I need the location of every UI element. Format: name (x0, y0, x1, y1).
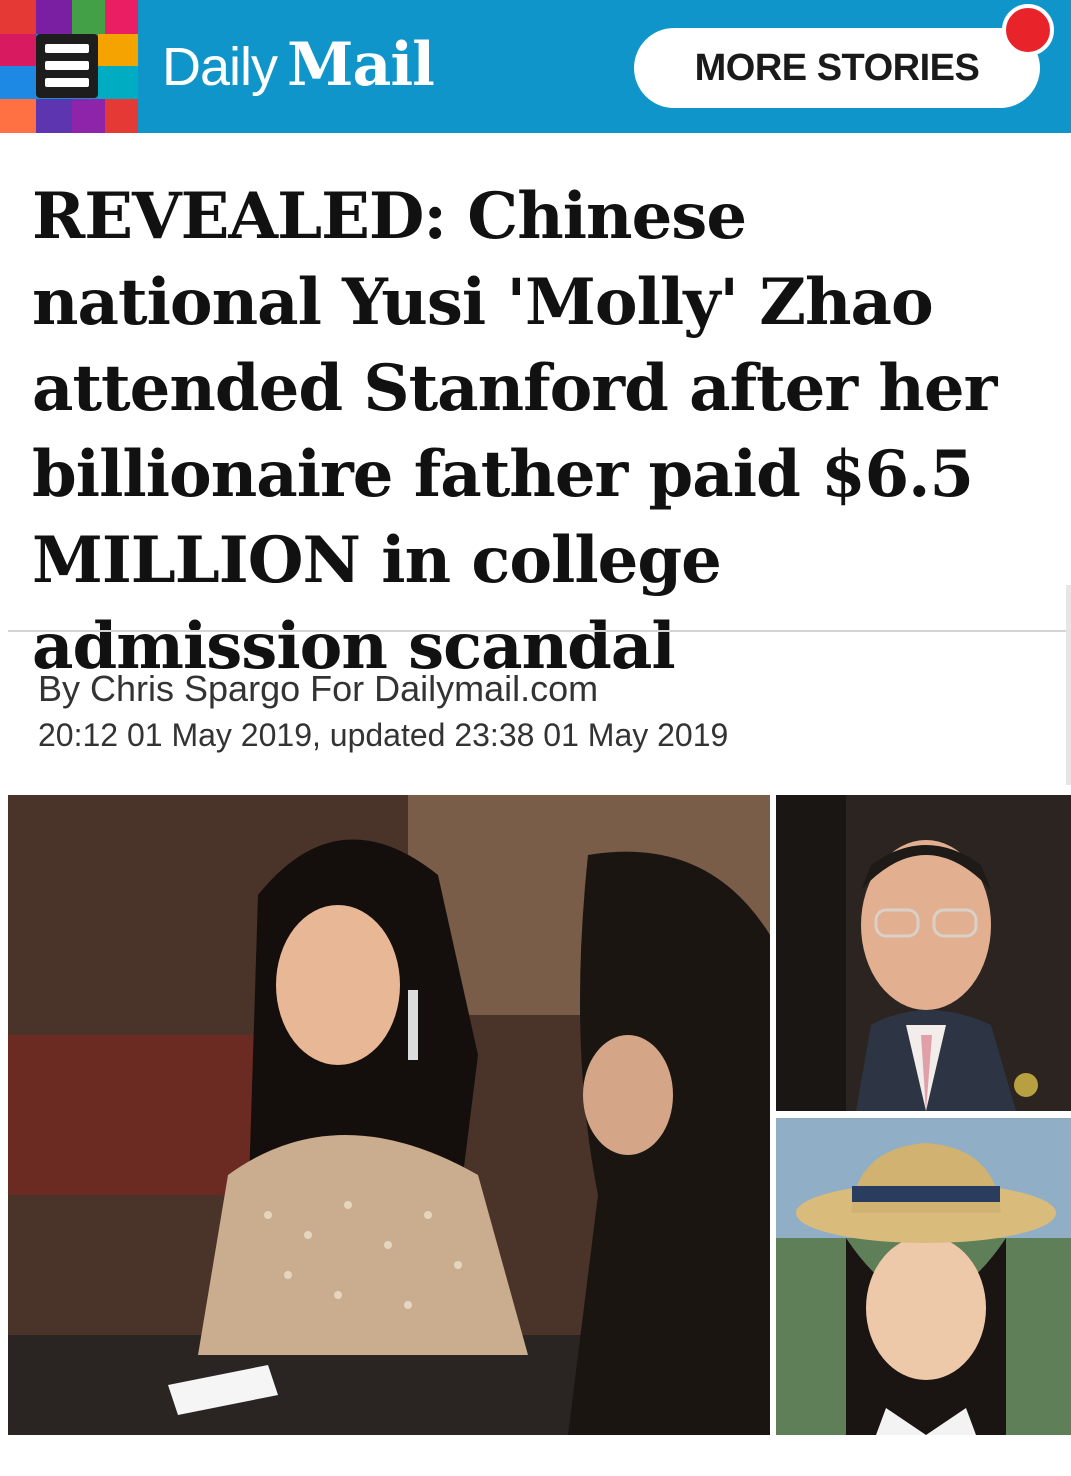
hamburger-menu-icon[interactable] (36, 34, 98, 98)
logo-daily-text: Daily (162, 37, 278, 97)
article-dateline: 20:12 01 May 2019, updated 23:38 01 May … (38, 717, 729, 753)
photo-girl-illustration (776, 1118, 1071, 1435)
site-header: Daily Mail MORE STORIES (0, 0, 1071, 133)
notification-dot-icon[interactable] (1002, 4, 1054, 56)
daily-mail-logo[interactable]: Daily Mail (162, 30, 435, 100)
article-page: Daily Mail MORE STORIES REVEALED: Chines… (0, 0, 1071, 1476)
article-byline[interactable]: By Chris Spargo For Dailymail.com (38, 668, 598, 710)
more-stories-button[interactable]: MORE STORIES (634, 28, 1040, 108)
photo-woman-illustration (8, 795, 770, 1435)
menu-color-block[interactable] (0, 0, 138, 133)
main-article-photo[interactable] (8, 795, 770, 1435)
side-photo-girl[interactable] (776, 1118, 1071, 1435)
side-photo-man[interactable] (776, 795, 1071, 1111)
photo-man-illustration (776, 795, 1071, 1111)
article-headline: REVEALED: Chinese national Yusi 'Molly' … (32, 179, 997, 684)
scrollbar[interactable] (1066, 585, 1071, 785)
logo-mail-text: Mail (287, 30, 435, 100)
headline-divider (8, 630, 1071, 632)
